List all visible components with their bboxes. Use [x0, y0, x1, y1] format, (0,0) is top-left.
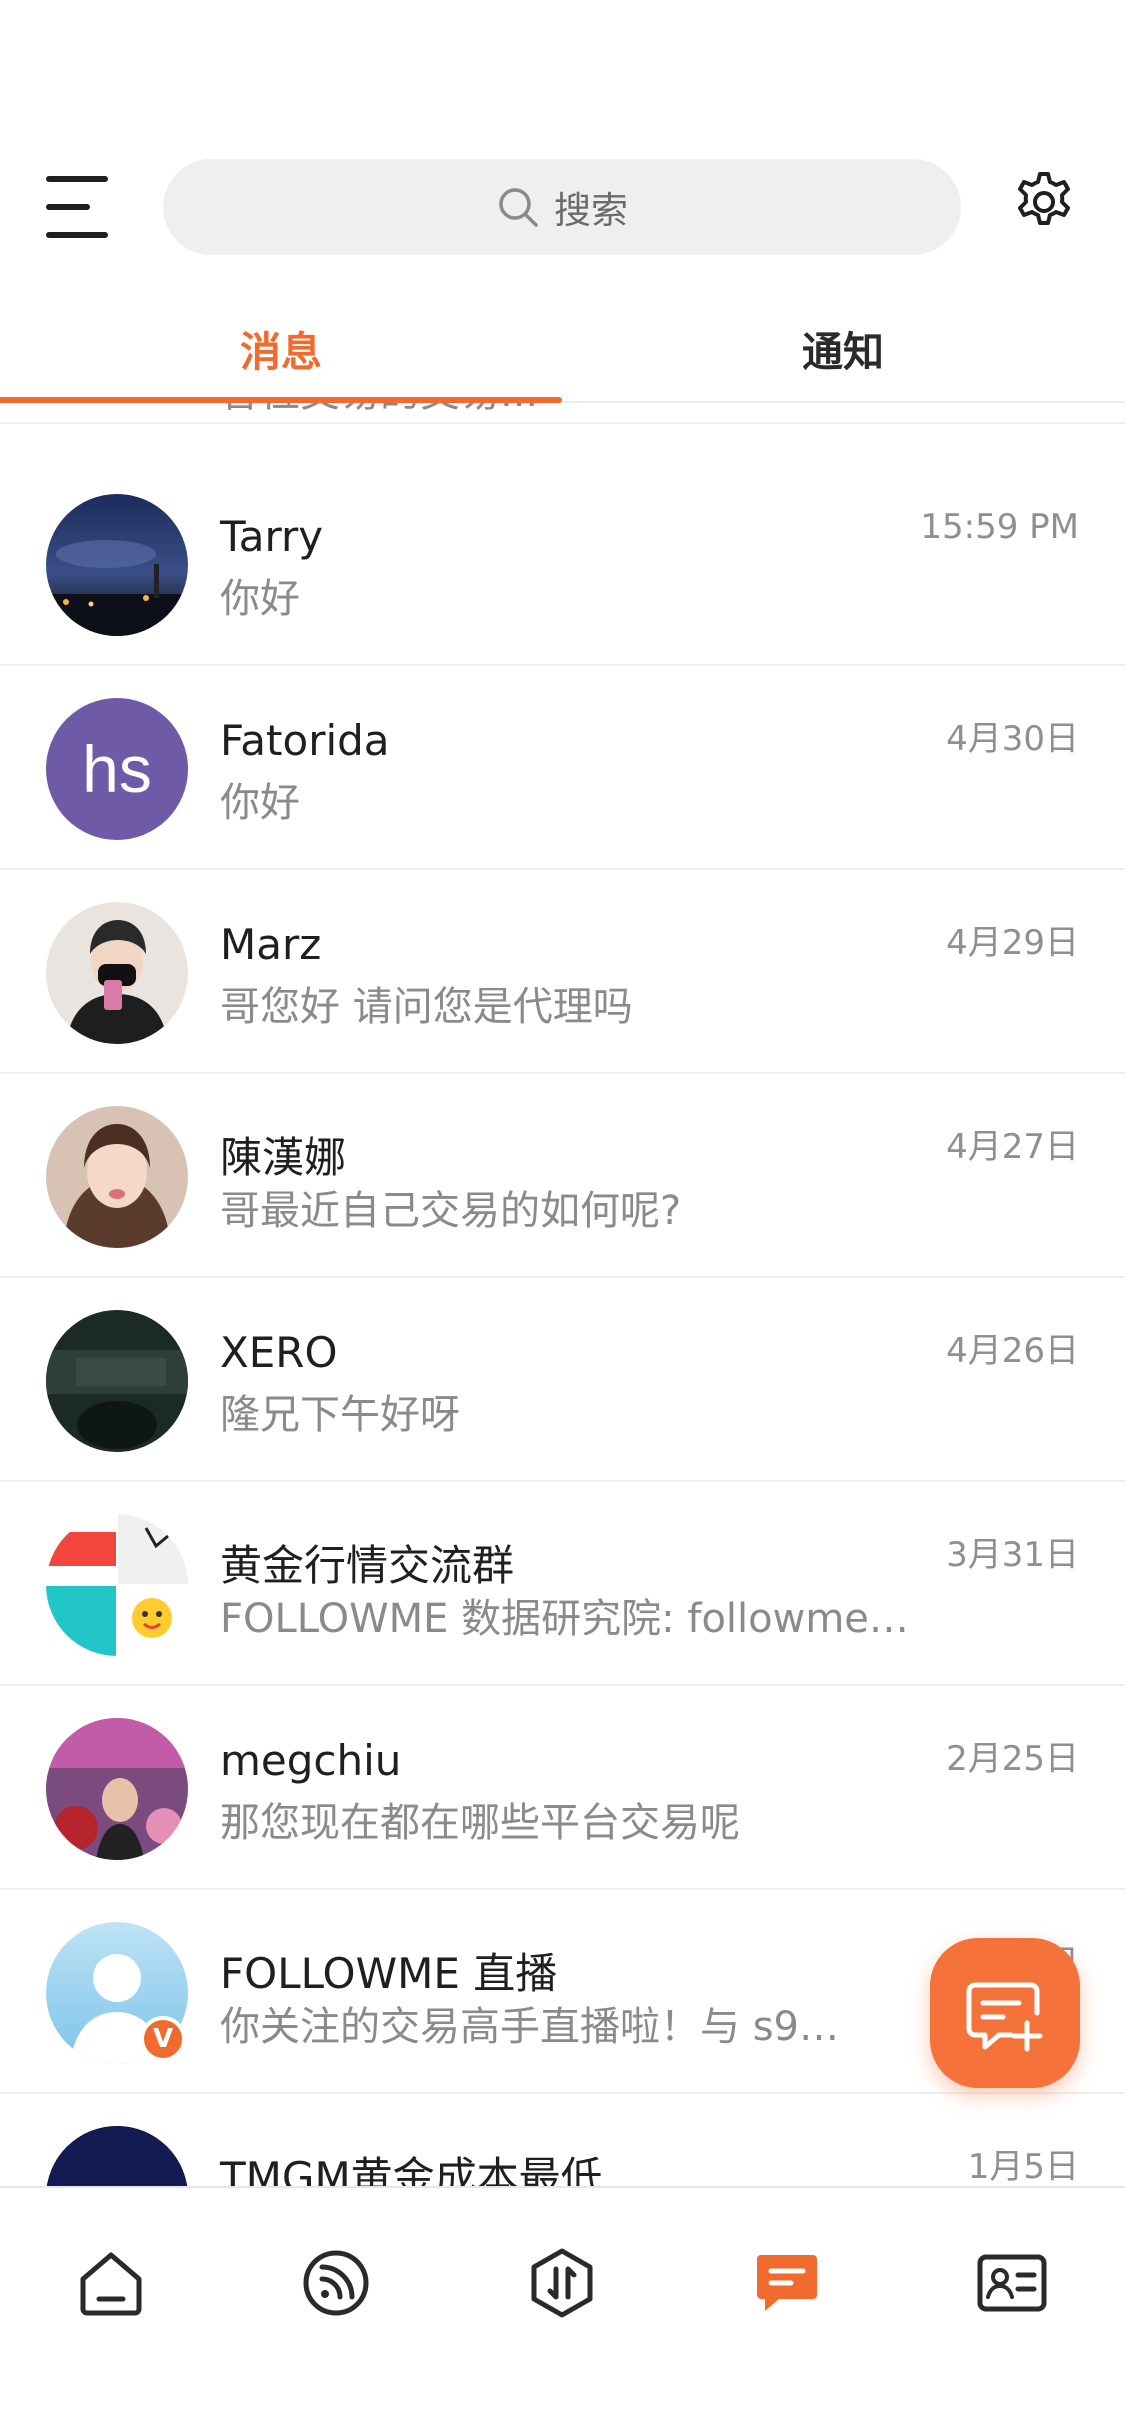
- conversation-row-fatorida[interactable]: hs Fatorida 你好 4月30日: [0, 666, 1125, 870]
- conversation-name: TMGM黄金成本最低: [220, 2153, 603, 2186]
- conversation-preview: 那您现在都在哪些平台交易呢: [220, 1800, 740, 1846]
- messages-icon: [757, 2255, 817, 2311]
- conversation-time: 1月5日: [967, 2147, 1079, 2186]
- verified-badge: V: [140, 2016, 186, 2062]
- settings-gear-icon[interactable]: [1012, 170, 1076, 234]
- conversation-name: XERO: [220, 1328, 338, 1377]
- conversation-list[interactable]: 各位交易的交易...: [0, 360, 1125, 2186]
- tab-bar: 消息 通知: [0, 293, 1125, 403]
- avatar-person-photo: [46, 1718, 188, 1860]
- home-icon: [80, 2252, 142, 2316]
- nav-trade[interactable]: [517, 2238, 607, 2328]
- tab-active-indicator: [0, 397, 562, 403]
- avatar-initials: hs: [46, 698, 188, 840]
- conversation-preview: 你好: [220, 576, 300, 622]
- avatar-person-photo: [46, 902, 188, 1044]
- avatar-initials-text: hs: [82, 732, 152, 806]
- conversation-name: megchiu: [220, 1736, 402, 1785]
- tab-messages[interactable]: 消息: [0, 293, 562, 403]
- conversation-time: 2月25日: [946, 1739, 1079, 1779]
- avatar-group-collage: [46, 1514, 188, 1656]
- search-placeholder: 搜索: [554, 189, 628, 232]
- conversation-preview: 哥您好 请问您是代理吗: [220, 984, 633, 1030]
- conversation-time: 3月31日: [946, 1535, 1079, 1575]
- conversation-row-chen[interactable]: 陳漢娜 哥最近自己交易的如何呢? 4月27日: [0, 1074, 1125, 1278]
- avatar-person-photo: [46, 1106, 188, 1248]
- trade-icon: [531, 2248, 593, 2318]
- conversation-name: 黄金行情交流群: [220, 1541, 515, 1590]
- feed-icon: [303, 2250, 369, 2316]
- nav-home[interactable]: [66, 2238, 156, 2328]
- bottom-navigation: [0, 2186, 1125, 2436]
- avatar-dark-photo: [46, 1310, 188, 1452]
- conversation-time: 4月29日: [946, 923, 1079, 963]
- conversation-time: 15:59 PM: [920, 507, 1079, 547]
- conversation-row-tmgm[interactable]: TMGM TMGM黄金成本最低 1月5日: [0, 2094, 1125, 2186]
- conversation-preview: 你关注的交易高手直播啦！与 s9…: [220, 2004, 840, 2050]
- compose-message-button[interactable]: [930, 1938, 1080, 2088]
- conversation-preview: 你好: [220, 780, 300, 826]
- menu-icon[interactable]: [46, 176, 112, 238]
- conversation-row-xero[interactable]: XERO 隆兄下午好呀 4月26日: [0, 1278, 1125, 1482]
- tab-notifications[interactable]: 通知: [562, 293, 1124, 403]
- conversation-preview: 隆兄下午好呀: [220, 1392, 460, 1438]
- search-icon: [499, 188, 538, 227]
- conversation-name: FOLLOWME 直播: [220, 1949, 558, 1998]
- conversation-name: Tarry: [220, 512, 324, 561]
- profile-card-icon: [977, 2254, 1047, 2312]
- nav-messages[interactable]: [742, 2238, 832, 2328]
- conversation-row-group[interactable]: 黄金行情交流群 FOLLOWME 数据研究院: followme… 3月31日: [0, 1482, 1125, 1686]
- conversation-preview: FOLLOWME 数据研究院: followme…: [220, 1596, 909, 1642]
- nav-feed[interactable]: [291, 2238, 381, 2328]
- conversation-name: Fatorida: [220, 716, 390, 765]
- conversation-row-megchiu[interactable]: megchiu 那您现在都在哪些平台交易呢 2月25日: [0, 1686, 1125, 1890]
- messages-screen: 搜索 各位交易的交易...: [0, 0, 1125, 2436]
- top-bar: 搜索: [0, 150, 1125, 266]
- conversation-time: 4月27日: [946, 1127, 1079, 1167]
- avatar-night-city: [46, 494, 188, 636]
- search-bar[interactable]: 搜索: [163, 159, 961, 255]
- avatar-tmgm-logo: TMGM: [46, 2126, 188, 2186]
- compose-icon: [966, 1982, 1043, 2052]
- conversation-name: Marz: [220, 920, 322, 969]
- conversation-time: 4月30日: [946, 719, 1079, 759]
- conversation-row-tarry[interactable]: Tarry 你好 15:59 PM: [0, 462, 1125, 666]
- conversation-time: 4月26日: [946, 1331, 1079, 1371]
- conversation-preview: 哥最近自己交易的如何呢?: [220, 1188, 682, 1234]
- nav-profile[interactable]: [967, 2238, 1057, 2328]
- conversation-name: 陳漢娜: [220, 1133, 347, 1182]
- conversation-row-marz[interactable]: Marz 哥您好 请问您是代理吗 4月29日: [0, 870, 1125, 1074]
